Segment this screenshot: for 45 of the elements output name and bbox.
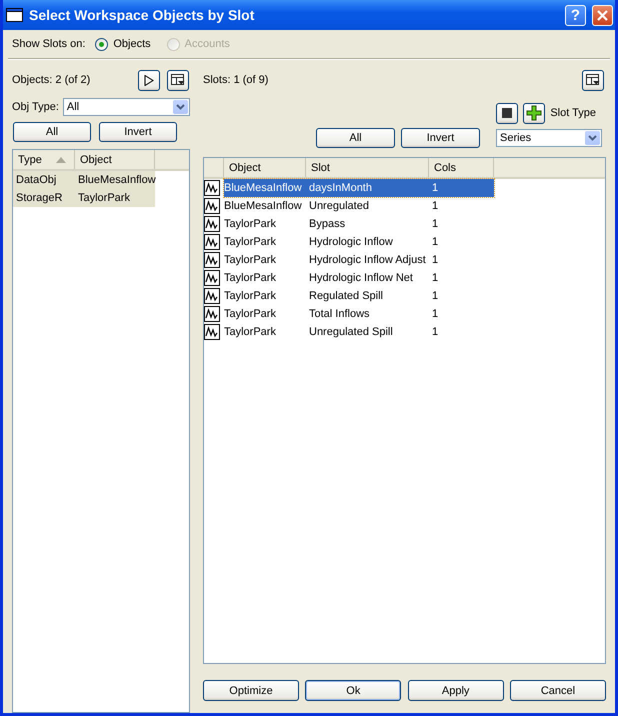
slot-type-label: Slot Type — [550, 107, 596, 119]
slot-row[interactable]: TaylorPark Hydrologic Inflow 1 — [224, 233, 494, 251]
table-menu-button[interactable] — [582, 70, 604, 90]
dialog-button[interactable]: Cancel — [510, 680, 606, 701]
slot-row[interactable]: TaylorPark Unregulated Spill 1 — [224, 323, 494, 341]
slot-row[interactable]: BlueMesaInflow Unregulated 1 — [224, 197, 494, 215]
window-icon — [6, 8, 23, 22]
column-header[interactable]: Slot — [306, 158, 429, 177]
slot-row[interactable]: TaylorPark Total Inflows 1 — [224, 305, 494, 323]
slot-type-dropdown[interactable]: Series — [496, 129, 602, 147]
select-button[interactable]: Invert — [99, 122, 177, 142]
stop-icon[interactable] — [496, 102, 518, 124]
column-header[interactable]: Type — [13, 150, 75, 169]
table-icon — [171, 74, 185, 86]
slot-row[interactable]: TaylorPark Hydrologic Inflow Adjust 1 — [224, 251, 494, 269]
select-button[interactable]: All — [316, 128, 395, 148]
slot-row[interactable]: TaylorPark Regulated Spill 1 — [224, 287, 494, 305]
chevron-down-icon — [176, 104, 185, 110]
dialog-button[interactable]: Apply — [408, 680, 504, 701]
dialog-button[interactable]: Optimize — [203, 680, 299, 701]
sort-ascending-icon — [56, 156, 66, 162]
radio-option[interactable]: Objects — [93, 38, 157, 50]
objects-count: Objects: 2 (of 2) — [12, 74, 92, 86]
obj-type-label: Obj Type: — [12, 101, 59, 113]
obj-type-dropdown[interactable]: All — [62, 98, 190, 116]
table-icon — [586, 74, 600, 86]
slots-count: Slots: 1 (of 9) — [203, 74, 270, 86]
window-title: Select Workspace Objects by Slot — [29, 7, 256, 23]
play-icon[interactable] — [138, 70, 160, 90]
column-header[interactable]: Object — [75, 150, 155, 169]
close-icon[interactable] — [592, 4, 613, 26]
object-row[interactable]: DataObj BlueMesaInflow — [13, 171, 155, 189]
chevron-down-icon — [588, 135, 597, 141]
column-header[interactable]: Object — [224, 158, 306, 177]
object-row[interactable]: StorageR TaylorPark — [13, 189, 155, 207]
add-icon[interactable] — [523, 102, 546, 124]
slot-row[interactable]: BlueMesaInflow daysInMonth 1 — [224, 179, 494, 197]
dialog-button[interactable]: Ok — [305, 680, 402, 701]
select-button[interactable]: All — [13, 122, 91, 142]
column-header[interactable]: Cols — [429, 158, 494, 177]
slot-row[interactable]: TaylorPark Hydrologic Inflow Net 1 — [224, 269, 494, 287]
select-button[interactable]: Invert — [401, 128, 480, 148]
show-slots-label: Show Slots on: — [12, 38, 86, 50]
slot-row[interactable]: TaylorPark Bypass 1 — [224, 215, 494, 233]
table-menu-button[interactable] — [167, 70, 189, 90]
